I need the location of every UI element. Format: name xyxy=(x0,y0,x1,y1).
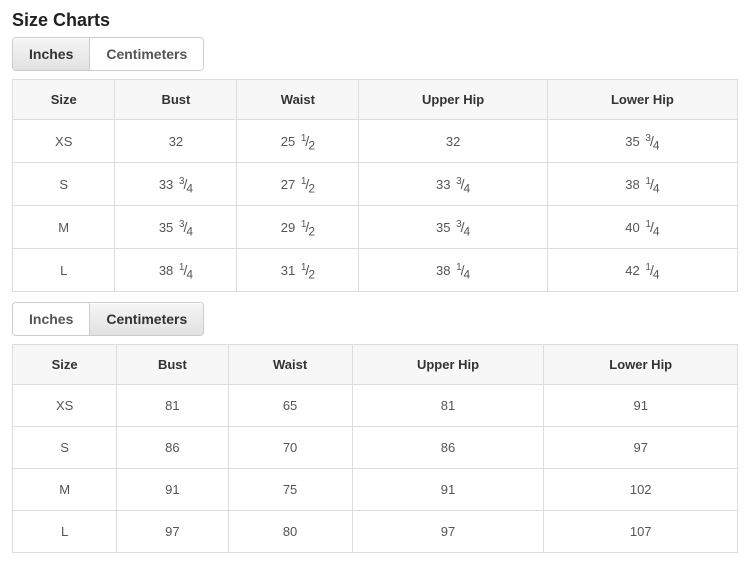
col-size: Size xyxy=(13,80,115,120)
col-lower-hip: Lower Hip xyxy=(544,345,738,385)
cell-waist: 27 1/2 xyxy=(237,163,359,206)
tab-centimeters[interactable]: Centimeters xyxy=(90,38,203,70)
cell-upper-hip: 86 xyxy=(352,427,544,469)
col-bust: Bust xyxy=(115,80,237,120)
cell-size: S xyxy=(13,427,117,469)
cell-size: L xyxy=(13,249,115,292)
table-row: XS3225 1/23235 3/4 xyxy=(13,120,738,163)
cell-lower-hip: 91 xyxy=(544,385,738,427)
table-row: XS81658191 xyxy=(13,385,738,427)
size-table-centimeters: Size Bust Waist Upper Hip Lower Hip XS81… xyxy=(12,344,738,553)
cell-upper-hip: 38 1/4 xyxy=(359,249,547,292)
cell-bust: 81 xyxy=(117,385,228,427)
size-table-inches: Size Bust Waist Upper Hip Lower Hip XS32… xyxy=(12,79,738,292)
table-row: S33 3/427 1/233 3/438 1/4 xyxy=(13,163,738,206)
cell-waist: 31 1/2 xyxy=(237,249,359,292)
cell-upper-hip: 33 3/4 xyxy=(359,163,547,206)
cell-size: M xyxy=(13,206,115,249)
table-row: L38 1/431 1/238 1/442 1/4 xyxy=(13,249,738,292)
cell-lower-hip: 38 1/4 xyxy=(547,163,737,206)
cell-upper-hip: 32 xyxy=(359,120,547,163)
page-title: Size Charts xyxy=(12,10,738,31)
cell-upper-hip: 81 xyxy=(352,385,544,427)
table-row: M917591102 xyxy=(13,469,738,511)
cell-size: M xyxy=(13,469,117,511)
table-header-row: Size Bust Waist Upper Hip Lower Hip xyxy=(13,80,738,120)
col-lower-hip: Lower Hip xyxy=(547,80,737,120)
cell-waist: 65 xyxy=(228,385,352,427)
col-bust: Bust xyxy=(117,345,228,385)
cell-upper-hip: 91 xyxy=(352,469,544,511)
cell-size: XS xyxy=(13,120,115,163)
cell-bust: 35 3/4 xyxy=(115,206,237,249)
table-row: L978097107 xyxy=(13,511,738,553)
cell-bust: 91 xyxy=(117,469,228,511)
cell-waist: 75 xyxy=(228,469,352,511)
col-size: Size xyxy=(13,345,117,385)
col-waist: Waist xyxy=(237,80,359,120)
cell-lower-hip: 107 xyxy=(544,511,738,553)
cell-bust: 86 xyxy=(117,427,228,469)
unit-tabs-inches-group: Inches Centimeters xyxy=(12,37,204,71)
cell-lower-hip: 35 3/4 xyxy=(547,120,737,163)
cell-bust: 97 xyxy=(117,511,228,553)
cell-waist: 70 xyxy=(228,427,352,469)
tab-centimeters[interactable]: Centimeters xyxy=(90,303,203,335)
col-upper-hip: Upper Hip xyxy=(352,345,544,385)
col-upper-hip: Upper Hip xyxy=(359,80,547,120)
cell-size: L xyxy=(13,511,117,553)
cell-lower-hip: 102 xyxy=(544,469,738,511)
cell-size: S xyxy=(13,163,115,206)
cell-lower-hip: 97 xyxy=(544,427,738,469)
cell-lower-hip: 42 1/4 xyxy=(547,249,737,292)
cell-waist: 80 xyxy=(228,511,352,553)
col-waist: Waist xyxy=(228,345,352,385)
unit-tabs-cm-group: Inches Centimeters xyxy=(12,302,204,336)
cell-waist: 25 1/2 xyxy=(237,120,359,163)
cell-upper-hip: 97 xyxy=(352,511,544,553)
cell-bust: 38 1/4 xyxy=(115,249,237,292)
table-row: M35 3/429 1/235 3/440 1/4 xyxy=(13,206,738,249)
table-header-row: Size Bust Waist Upper Hip Lower Hip xyxy=(13,345,738,385)
cell-lower-hip: 40 1/4 xyxy=(547,206,737,249)
cell-waist: 29 1/2 xyxy=(237,206,359,249)
cell-bust: 32 xyxy=(115,120,237,163)
cell-size: XS xyxy=(13,385,117,427)
tab-inches[interactable]: Inches xyxy=(13,38,90,70)
cell-upper-hip: 35 3/4 xyxy=(359,206,547,249)
tab-inches[interactable]: Inches xyxy=(13,303,90,335)
table-row: S86708697 xyxy=(13,427,738,469)
cell-bust: 33 3/4 xyxy=(115,163,237,206)
